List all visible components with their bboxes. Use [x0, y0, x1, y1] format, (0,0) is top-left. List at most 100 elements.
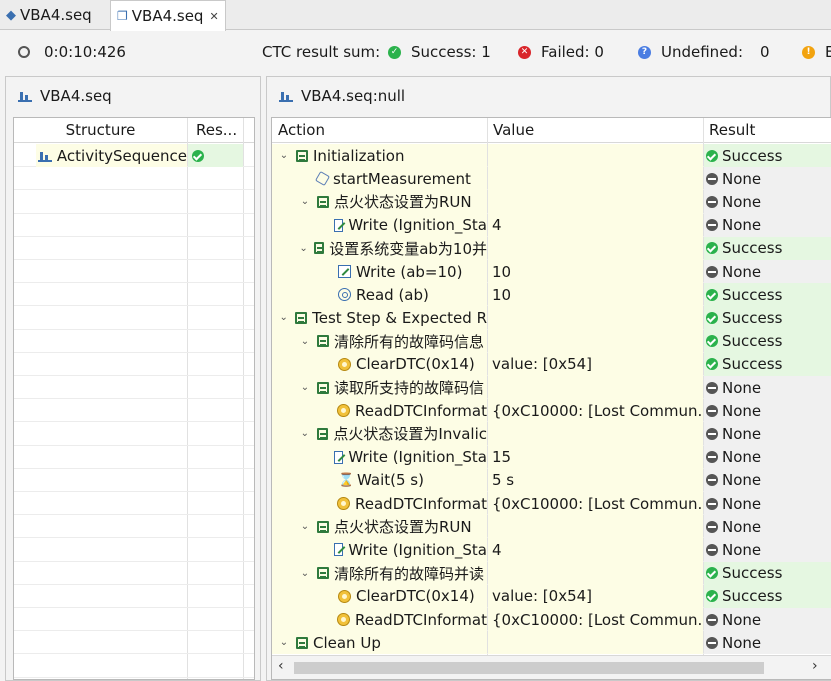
action-cell: ⌄ Initialization	[272, 144, 487, 168]
table-row[interactable]: ReadDTCInformat {0xC10000: [Lost Commun..…	[272, 492, 831, 516]
scroll-left-icon[interactable]: ‹	[278, 658, 284, 674]
empty-row	[14, 306, 254, 330]
value-text: {0xC10000: [Lost Commun...	[492, 401, 703, 420]
action-cell: startMeasurement	[272, 167, 487, 191]
editor-tab-bar: ◆ VBA4.seq ❐ VBA4.seq ✕	[0, 0, 831, 31]
action-cell: ⌄ 清除所有的故障码并读	[272, 561, 487, 585]
read-icon	[338, 288, 351, 302]
action-label: 点火状态设置为RUN	[334, 193, 472, 212]
tree-row-activity-sequence[interactable]: ActivitySequence	[14, 144, 254, 168]
action-cell: ⌄ 读取所支持的故障码信	[272, 376, 487, 400]
result-cell: Success	[704, 306, 831, 330]
table-row[interactable]: ReadDTCInformat {0xC10000: [Lost Commun..…	[272, 399, 831, 423]
action-label: 清除所有的故障码并读	[334, 564, 485, 583]
table-row[interactable]: Read (ab) 10 Success	[272, 283, 831, 307]
structure-tree[interactable]: Structure Res... ActivitySequence	[13, 117, 255, 680]
chevron-down-icon[interactable]: ⌄	[299, 196, 311, 207]
measurement-icon	[314, 171, 331, 187]
structure-panel: VBA4.seq Structure Res... ActivitySequen…	[5, 76, 261, 681]
table-row[interactable]: ⌄ 清除所有的故障码信息 Success	[272, 329, 831, 353]
table-row[interactable]: ⌄ 清除所有的故障码并读 Success	[272, 561, 831, 585]
table-row[interactable]: ⌄ 点火状态设置为RUN None	[272, 190, 831, 214]
result-cell: None	[704, 190, 831, 214]
sequence-icon	[317, 335, 329, 348]
chevron-down-icon[interactable]: ⌄	[278, 312, 289, 323]
col-action[interactable]: Action	[278, 121, 325, 139]
result-cell: Success	[704, 352, 831, 376]
result-text: None	[722, 216, 762, 235]
diagnostic-icon	[338, 589, 351, 603]
result-text: Success	[722, 285, 783, 304]
table-row[interactable]: ⌄ 点火状态设置为RUN None	[272, 515, 831, 539]
root-label: ActivitySequence	[56, 146, 187, 165]
table-row[interactable]: ⌄ Initialization Success	[272, 144, 831, 168]
close-icon[interactable]: ✕	[209, 10, 218, 23]
table-row[interactable]: startMeasurement None	[272, 167, 831, 191]
undefined-value: 0	[760, 43, 770, 61]
table-row[interactable]: Write (Ignition_Sta 4 None	[272, 213, 831, 237]
result-text: Success	[722, 587, 783, 606]
activity-icon	[18, 90, 32, 102]
table-row[interactable]: ⌄ 读取所支持的故障码信 None	[272, 376, 831, 400]
write-icon	[334, 543, 344, 557]
chevron-down-icon[interactable]: ⌄	[278, 150, 290, 161]
value-cell	[488, 631, 703, 655]
failed-icon: ✕	[518, 45, 531, 59]
value-text: {0xC10000: [Lost Commun...	[492, 494, 703, 513]
value-cell	[488, 422, 703, 446]
table-row[interactable]: ClearDTC(0x14) value: [0x54] Success	[272, 352, 831, 376]
sequence-icon	[314, 242, 325, 255]
result-text: Success	[722, 239, 783, 258]
table-row[interactable]: Write (Ignition_Sta 4 None	[272, 538, 831, 562]
table-row[interactable]: ⌛ Wait(5 s) 5 s None	[272, 468, 831, 492]
result-cell: Success	[704, 144, 831, 168]
col-value[interactable]: Value	[493, 121, 534, 139]
scroll-right-icon[interactable]: ›	[812, 658, 818, 674]
chevron-down-icon[interactable]: ⌄	[299, 521, 311, 532]
action-cell: Write (Ignition_Sta	[272, 213, 487, 237]
table-row[interactable]: ⌄ Clean Up None	[272, 631, 831, 655]
result-text: None	[722, 424, 762, 443]
result-cell: None	[704, 376, 831, 400]
action-cell: ⌄ 点火状态设置为RUN	[272, 515, 487, 539]
chevron-down-icon[interactable]: ⌄	[299, 243, 308, 254]
table-row[interactable]: ⌄ 点火状态设置为Invalic None	[272, 422, 831, 446]
table-row[interactable]: ReadDTCInformat {0xC10000: [Lost Commun..…	[272, 608, 831, 632]
none-icon	[706, 543, 718, 556]
none-icon	[706, 404, 718, 417]
table-row[interactable]: ⌄ 设置系统变量ab为10并 Success	[272, 236, 831, 260]
action-label: 读取所支持的故障码信	[334, 379, 485, 398]
tab-vba4-seq-1[interactable]: ◆ VBA4.seq	[0, 0, 104, 30]
hourglass-icon: ⌛	[338, 473, 355, 489]
table-row[interactable]: ClearDTC(0x14) value: [0x54] Success	[272, 584, 831, 608]
col-structure[interactable]: Structure	[14, 121, 187, 139]
result-cell: None	[704, 260, 831, 284]
result-cell	[188, 144, 243, 168]
chevron-down-icon[interactable]: ⌄	[299, 568, 311, 579]
chevron-down-icon[interactable]: ⌄	[299, 382, 311, 393]
value-cell: value: [0x54]	[488, 352, 703, 376]
window-icon: ❐	[117, 9, 128, 23]
none-icon	[706, 381, 718, 394]
result-text: None	[722, 633, 762, 652]
table-row[interactable]: ⌄ Test Step & Expected R Success	[272, 306, 831, 330]
success-icon: ✓	[388, 45, 401, 59]
table-row[interactable]: Write (ab=10) 10 None	[272, 260, 831, 284]
none-icon	[706, 613, 718, 626]
col-result[interactable]: Result	[709, 121, 755, 139]
empty-row	[14, 237, 254, 260]
chevron-down-icon[interactable]: ⌄	[278, 637, 290, 648]
value-cell	[488, 190, 703, 214]
result-tree[interactable]: Action Value Result ⌄ Initialization Succe…	[271, 117, 831, 680]
tab-vba4-seq-2[interactable]: ❐ VBA4.seq ✕	[110, 0, 226, 31]
empty-row	[14, 446, 254, 469]
horizontal-scrollbar[interactable]: ‹ ›	[272, 655, 831, 679]
table-row[interactable]: Write (Ignition_Sta 15 None	[272, 445, 831, 469]
chevron-down-icon[interactable]: ⌄	[299, 428, 311, 439]
empty-row	[14, 283, 254, 307]
col-result[interactable]: Res...	[188, 121, 243, 139]
panel-title-text: VBA4.seq:null	[301, 87, 406, 105]
scroll-thumb[interactable]	[294, 662, 764, 674]
chevron-down-icon[interactable]: ⌄	[299, 336, 311, 347]
result-text: None	[722, 540, 762, 559]
